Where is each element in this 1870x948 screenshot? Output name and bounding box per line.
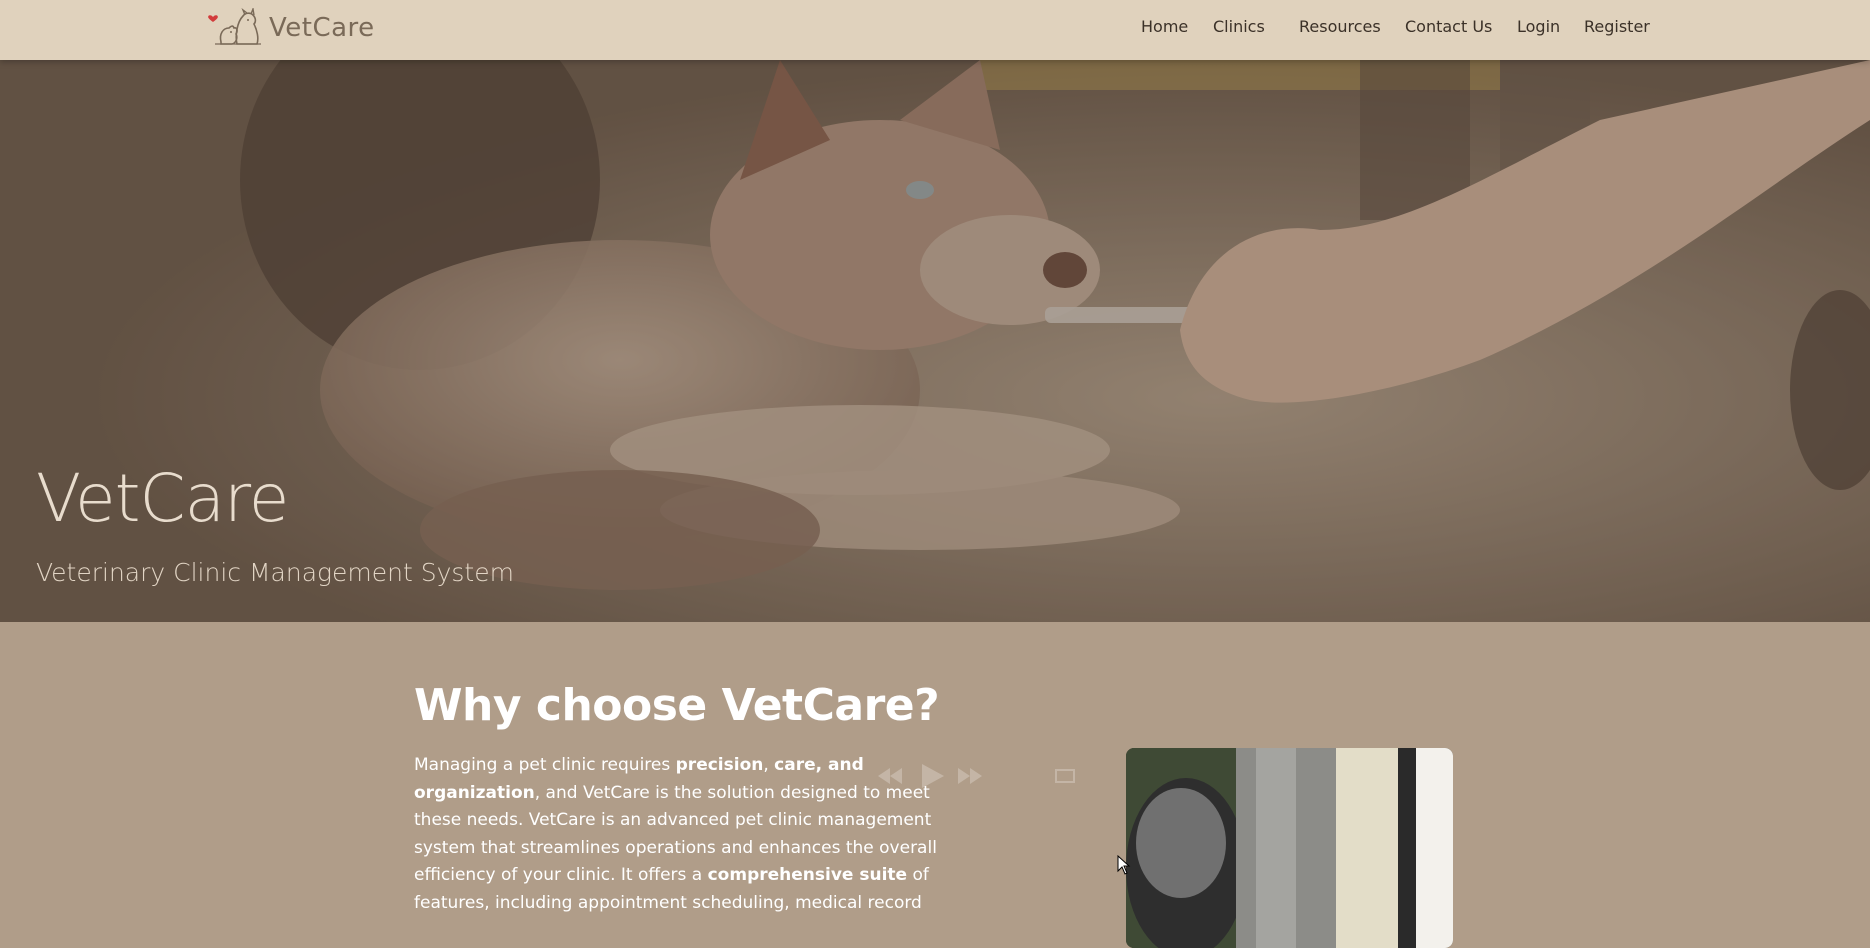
top-navbar: VetCare Home Clinics Resources Contact U… [0,0,1870,60]
main-nav: Home Clinics Resources Contact Us Login … [0,0,1870,54]
why-choose-section: Why choose VetCare? Managing a pet clini… [0,622,1870,948]
paragraph-part: , [763,755,775,775]
fullscreen-icon[interactable] [1055,769,1075,783]
nav-clinics[interactable]: Clinics [1213,17,1265,36]
paragraph-bold: comprehensive suite [707,865,908,885]
nav-register[interactable]: Register [1584,17,1650,36]
mouse-cursor-icon [1117,855,1131,875]
nav-home[interactable]: Home [1141,17,1188,36]
section-title: Why choose VetCare? [414,680,940,731]
play-icon[interactable] [922,764,944,788]
nav-contact-us[interactable]: Contact Us [1405,17,1492,36]
video-preview[interactable] [1126,748,1453,948]
hero-overlay [0,60,1870,622]
fast-forward-icon[interactable] [958,768,982,784]
video-controls [878,764,1075,788]
rewind-icon[interactable] [878,768,902,784]
hero-banner: VetCare Veterinary Clinic Management Sys… [0,60,1870,622]
hero-title: VetCare [36,460,289,537]
paragraph-part: Managing a pet clinic requires [414,755,676,775]
video-thumbnail [1126,748,1453,948]
nav-login[interactable]: Login [1517,17,1560,36]
paragraph-bold: precision [675,755,764,775]
hero-subtitle: Veterinary Clinic Management System [36,558,514,587]
nav-resources[interactable]: Resources [1299,17,1381,36]
